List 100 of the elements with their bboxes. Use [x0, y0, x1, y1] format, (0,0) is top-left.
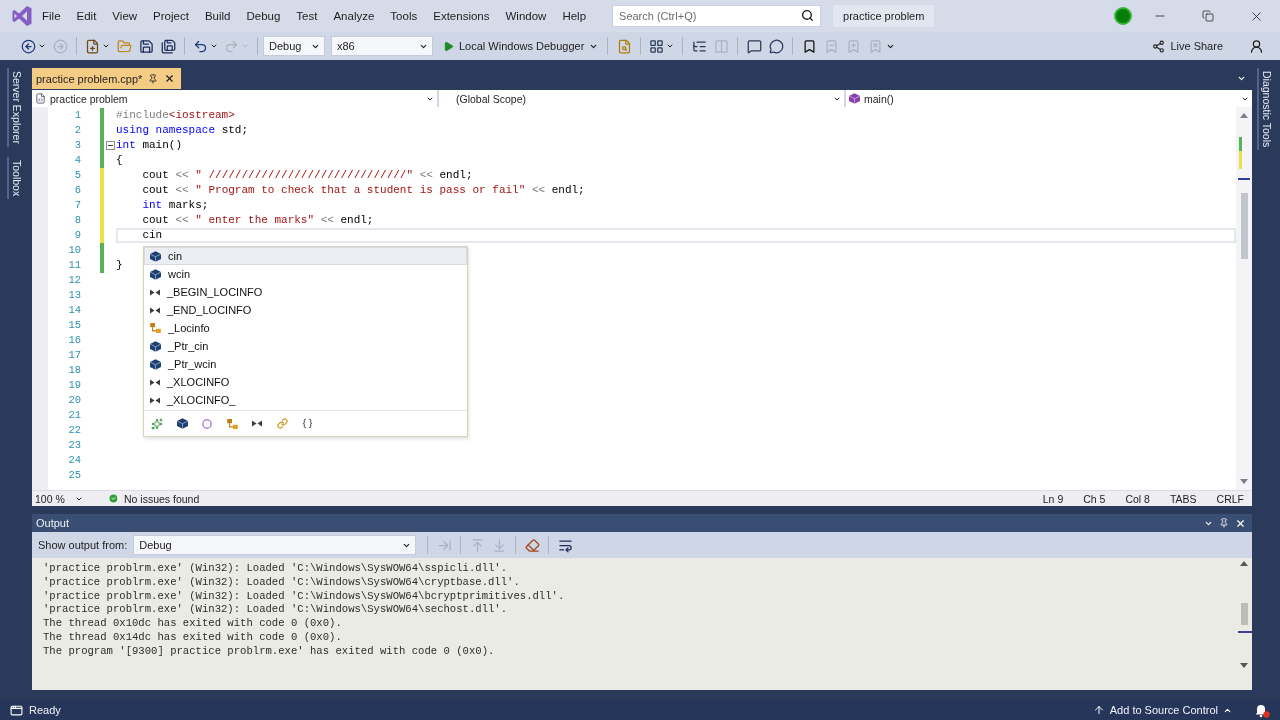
output-line: The thread 0x14dc has exited with code 0 (0x0).: [43, 631, 343, 645]
menu-item[interactable]: Window: [497, 4, 555, 28]
code-line: #include<iostream>: [116, 108, 235, 123]
menu-item[interactable]: Project: [145, 4, 197, 28]
code-line: cout << " Program to check that a student is pass or fail" << endl;: [141, 183, 585, 198]
line-number: 7: [73, 198, 82, 213]
line-number: 2: [73, 123, 82, 138]
completion-item[interactable]: _END_LOCINFO: [144, 301, 467, 319]
completion-item[interactable]: _XLOCINFO_: [144, 391, 467, 409]
pin-icon[interactable]: [148, 73, 159, 84]
redo-icon: [224, 38, 239, 54]
user-icon[interactable]: [1249, 38, 1264, 54]
window-icon: [10, 703, 23, 717]
document-tab[interactable]: practice problem.cpp*: [32, 68, 182, 89]
menu-item[interactable]: Tools: [382, 4, 426, 28]
line-number: 9: [73, 228, 82, 243]
cube-icon: [150, 250, 161, 262]
output-line: 'practice problrm.exe' (Win32): Loaded 'C:\Windows\SysWOW64\cryptbase.dll'.: [43, 575, 521, 590]
output-line: The thread 0x10dc has exited with code 0 (0x0).: [43, 617, 343, 631]
member-dropdown[interactable]: main(): [846, 90, 1252, 107]
side-tab[interactable]: Toolbox: [7, 156, 25, 200]
completion-item[interactable]: _Ptr_wcin: [144, 355, 467, 373]
menu-item[interactable]: Help: [554, 4, 595, 28]
line-number: 11: [67, 258, 82, 273]
bookmark-x-icon: [867, 38, 883, 54]
menu-item[interactable]: Test: [288, 4, 326, 28]
completion-item[interactable]: _BEGIN_LOCINFO: [144, 283, 467, 301]
menu-item[interactable]: View: [104, 4, 146, 28]
collapse-icon[interactable]: [105, 141, 115, 150]
notification-icon[interactable]: [1254, 702, 1270, 718]
cube-icon: [176, 418, 188, 429]
blocks-icon: [226, 418, 238, 429]
search-field[interactable]: Search (Ctrl+Q): [612, 5, 822, 27]
zoom-dropdown[interactable]: 100 %: [32, 491, 86, 506]
menu-item[interactable]: Debug: [238, 4, 289, 28]
output-line: 'practice problrm.exe' (Win32): Loaded 'C:\Windows\SysWOW64\sspicli.dll'.: [43, 562, 509, 576]
completion-item[interactable]: wcin: [144, 265, 467, 283]
bookmark-minus-icon: [823, 38, 839, 54]
code-line: int marks;: [141, 198, 209, 213]
output-source-label: Show output from:: [38, 539, 128, 551]
completion-item[interactable]: cin: [144, 247, 467, 265]
avatar-icon[interactable]: [1114, 7, 1132, 25]
arrow-up-icon: [1092, 704, 1105, 716]
output-source-dropdown[interactable]: Debug: [133, 535, 417, 555]
forward-icon: [52, 38, 68, 54]
round-bubble-icon: [768, 38, 784, 54]
line-number: 5: [73, 168, 82, 183]
completion-item[interactable]: _Locinfo: [144, 319, 467, 337]
search-icon[interactable]: [801, 9, 815, 22]
completion-item[interactable]: _Ptr_cin: [144, 337, 467, 355]
play-icon: [443, 40, 454, 52]
caret-icon: [210, 42, 218, 50]
bowtie-icon: [150, 288, 160, 296]
live-share-button[interactable]: Live Share: [1146, 35, 1229, 57]
line-number: 16: [67, 333, 82, 348]
menu-item[interactable]: File: [34, 4, 69, 28]
close-icon[interactable]: [1235, 517, 1246, 529]
completion-item[interactable]: _XLOCINFO: [144, 373, 467, 391]
code-line: using namespace std;: [116, 123, 249, 138]
share-icon: [1152, 39, 1166, 53]
line-number: 23: [67, 438, 82, 453]
line-number: 21: [67, 408, 82, 423]
bookmark-icon: [801, 38, 817, 54]
menu-item[interactable]: Extensions: [425, 4, 498, 28]
line-number: 17: [67, 348, 82, 363]
caret-icon[interactable]: [1237, 74, 1246, 83]
code-line: }: [116, 258, 123, 273]
pin-icon[interactable]: [1219, 518, 1229, 528]
issues-status: No issues found: [124, 492, 200, 505]
status-text: Ln 9: [1042, 492, 1064, 505]
line-number: 12: [67, 273, 82, 288]
bowtie-icon: [252, 420, 262, 427]
speech-bubble-icon: [746, 38, 762, 54]
source-control-button[interactable]: Add to Source Control: [1086, 703, 1238, 717]
scope-dropdown[interactable]: (Global Scope): [439, 90, 844, 107]
bowtie-icon: [150, 306, 160, 314]
output-line: 'practice problrm.exe' (Win32): Loaded 'C:\Windows\SysWOW64\bcryptprimitives.dll'.: [43, 589, 566, 604]
status-text: Col 8: [1125, 492, 1150, 505]
circle-icon: [202, 418, 212, 429]
line-number: 14: [67, 303, 82, 318]
line-number: 22: [67, 423, 82, 438]
vertical-scrollbar[interactable]: [1236, 107, 1252, 490]
bookmark-plus-icon: [845, 38, 861, 54]
caret-icon: [666, 42, 675, 50]
configuration-dropdown[interactable]: Debug: [263, 36, 325, 56]
platform-dropdown[interactable]: x86: [331, 36, 433, 56]
project-dropdown[interactable]: practice problem: [32, 90, 437, 107]
menu-item[interactable]: Analyze: [325, 4, 383, 28]
caret-icon: [102, 42, 110, 50]
start-debugging-button[interactable]: Local Windows Debugger: [439, 35, 603, 57]
side-tab[interactable]: Server Explorer: [7, 68, 25, 147]
menu-item[interactable]: Build: [196, 4, 239, 28]
code-file-icon: [35, 93, 46, 104]
close-icon[interactable]: [164, 73, 176, 84]
menu-item[interactable]: Edit: [68, 4, 105, 28]
line-number: 24: [67, 453, 82, 468]
grid-icon: [649, 38, 665, 54]
panel-title: Output: [36, 517, 70, 529]
line-number: 8: [73, 213, 82, 228]
side-tab[interactable]: Diagnostic Tools: [1257, 68, 1275, 151]
